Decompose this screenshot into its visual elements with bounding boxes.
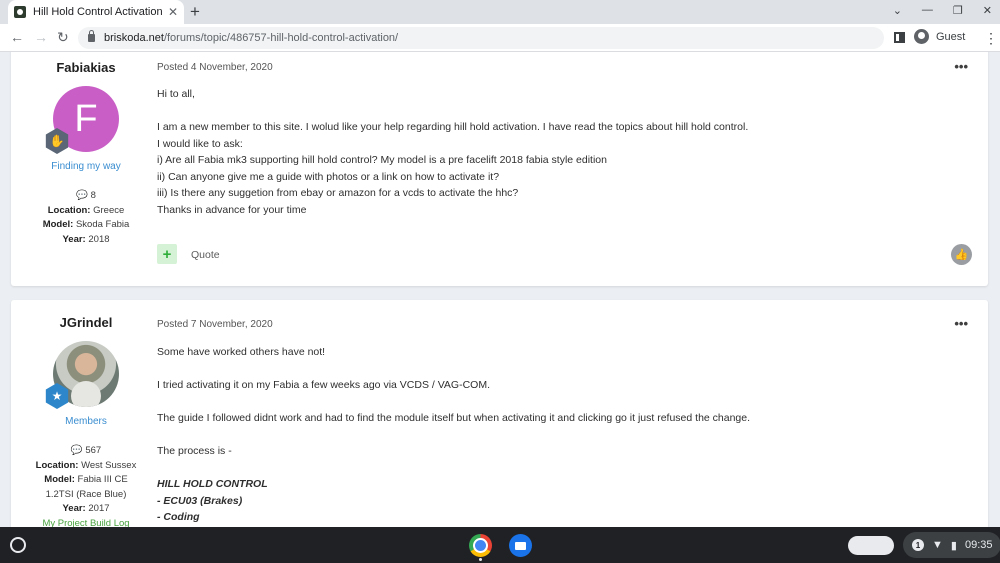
year-value: 2017 — [88, 503, 110, 514]
post-line: The process is - — [157, 445, 232, 457]
model-value: Skoda Fabia — [75, 219, 130, 230]
tab-active[interactable]: Hill Hold Control Activation - Sk ✕ — [8, 0, 184, 24]
build-log-link[interactable]: My Project Build Log — [11, 517, 161, 528]
post-bold-line: HILL HOLD CONTROL — [157, 478, 268, 490]
post-options-icon[interactable]: ••• — [954, 316, 968, 331]
tab-strip: Hill Hold Control Activation - Sk ✕ + ⌄ … — [0, 0, 1000, 24]
author-stats: 💬 8 Location: Greece Model: Skoda Fabia … — [11, 189, 161, 247]
url-path: /forums/topic/486757-hill-hold-control-a… — [163, 32, 399, 44]
model-label: Model: — [42, 219, 74, 230]
post-line: ii) Can anyone give me a guide with phot… — [157, 170, 500, 183]
back-arrow-icon[interactable]: ← — [10, 29, 24, 45]
post-date[interactable]: Posted 7 November, 2020 — [157, 319, 273, 330]
os-shelf: 1 ▼ ▮ 09:35 — [0, 527, 1000, 563]
post-date[interactable]: Posted 4 November, 2020 — [157, 62, 273, 73]
year-label: Year: — [62, 233, 86, 245]
lock-icon[interactable] — [88, 30, 95, 42]
tab-title: Hill Hold Control Activation - Sk — [33, 6, 164, 18]
model-value: Fabia III CE — [77, 474, 128, 485]
location-value: West Sussex — [81, 459, 137, 471]
model-line-2: 1.2TSI (Race Blue) — [45, 488, 127, 500]
post-line: iii) Is there any suggetion from ebay or… — [157, 187, 519, 199]
post-count[interactable]: 567 — [85, 445, 101, 456]
post-options-icon[interactable]: ••• — [954, 59, 968, 74]
site-favicon-icon — [14, 6, 26, 18]
post-line: I tried activating it on my Fabia a few … — [157, 379, 491, 391]
post-line-gap — [157, 427, 957, 444]
close-window-icon[interactable]: ✕ — [983, 4, 992, 17]
author-username[interactable]: JGrindel — [11, 315, 161, 330]
side-panel-icon[interactable] — [894, 32, 905, 43]
new-tab-button[interactable]: + — [190, 2, 200, 22]
author-username[interactable]: Fabiakias — [11, 60, 161, 75]
post-line: i) Are all Fabia mk3 supporting hill hol… — [157, 154, 607, 166]
post-line: Some have worked others have not! — [157, 346, 326, 358]
guest-avatar-icon — [914, 29, 929, 44]
notification-count: 1 — [912, 539, 924, 551]
post-bold-line: - Coding — [157, 511, 200, 523]
toolbar: ← → ↻ briskoda.net/forums/topic/486757-h… — [0, 24, 1000, 52]
post-line-gap — [157, 394, 957, 411]
avatar[interactable]: F ✋ — [45, 86, 119, 154]
location-value: Greece — [93, 204, 125, 216]
comment-icon: 💬 — [76, 190, 88, 201]
holding-space-icon[interactable] — [848, 536, 894, 555]
author-stats: 💬 567 Location: West Sussex Model: Fabia… — [11, 444, 161, 527]
post-line: I would like to ask: — [157, 137, 243, 150]
clock: 09:35 — [964, 539, 993, 551]
post-count[interactable]: 8 — [91, 190, 96, 201]
avatar[interactable]: ★ — [45, 341, 119, 409]
restore-icon[interactable]: ❐ — [953, 4, 963, 17]
forum-post: Fabiakias F ✋ Finding my way 💬 8 Locatio… — [11, 52, 988, 286]
forward-arrow-icon[interactable]: → — [34, 29, 48, 45]
location-label: Location: — [35, 459, 79, 471]
profile-label: Guest — [936, 30, 966, 43]
reload-icon[interactable]: ↻ — [57, 29, 69, 46]
member-group: Members — [65, 416, 107, 427]
post-line-gap — [157, 460, 957, 477]
multiquote-button[interactable]: + — [157, 244, 177, 264]
status-tray[interactable]: 1 ▼ ▮ 09:35 — [903, 532, 1000, 558]
wifi-icon: ▼ — [932, 539, 943, 551]
browser-menu-icon[interactable]: ⋮ — [984, 30, 998, 47]
model-label: Model: — [44, 474, 75, 485]
post-line-gap — [157, 103, 957, 120]
post-author-panel: JGrindel ★ Members 💬 567 Location: West … — [11, 315, 161, 527]
battery-icon: ▮ — [950, 539, 957, 552]
forum-post: JGrindel ★ Members 💬 567 Location: West … — [11, 300, 988, 527]
window-controls: ⌄ — ❐ ✕ — [893, 4, 992, 17]
year-value: 2018 — [88, 233, 110, 245]
post-content: Some have worked others have not! I trie… — [157, 344, 957, 526]
like-thumb-icon[interactable]: 👍 — [951, 244, 972, 265]
running-indicator — [479, 558, 482, 561]
year-label: Year: — [62, 503, 86, 514]
member-group: Finding my way — [51, 161, 121, 172]
quote-button[interactable]: Quote — [191, 249, 220, 261]
post-line: I am a new member to this site. I wolud … — [157, 121, 749, 133]
tab-close-icon[interactable]: ✕ — [168, 5, 178, 19]
comment-icon: 💬 — [70, 445, 83, 456]
files-app-icon[interactable] — [509, 534, 532, 557]
profile-button[interactable]: Guest — [914, 29, 965, 44]
post-content: Hi to all, I am a new member to this sit… — [157, 86, 957, 218]
url-host: briskoda.net — [104, 32, 164, 44]
tab-search-icon[interactable]: ⌄ — [893, 4, 902, 17]
launcher-icon[interactable] — [10, 537, 26, 553]
forum-page: Fabiakias F ✋ Finding my way 💬 8 Locatio… — [0, 52, 1000, 527]
post-line: The guide I followed didnt work and had … — [157, 412, 751, 424]
location-label: Location: — [47, 204, 91, 216]
chrome-app-icon[interactable] — [469, 534, 492, 557]
minimize-icon[interactable]: — — [922, 4, 933, 17]
post-line: Thanks in advance for your time — [157, 203, 307, 216]
post-line-gap — [157, 361, 957, 378]
address-bar[interactable]: briskoda.net/forums/topic/486757-hill-ho… — [78, 27, 884, 49]
post-bold-line: - ECU03 (Brakes) — [157, 494, 243, 507]
post-line: Hi to all, — [157, 88, 195, 100]
post-author-panel: Fabiakias F ✋ Finding my way 💬 8 Locatio… — [11, 60, 161, 247]
